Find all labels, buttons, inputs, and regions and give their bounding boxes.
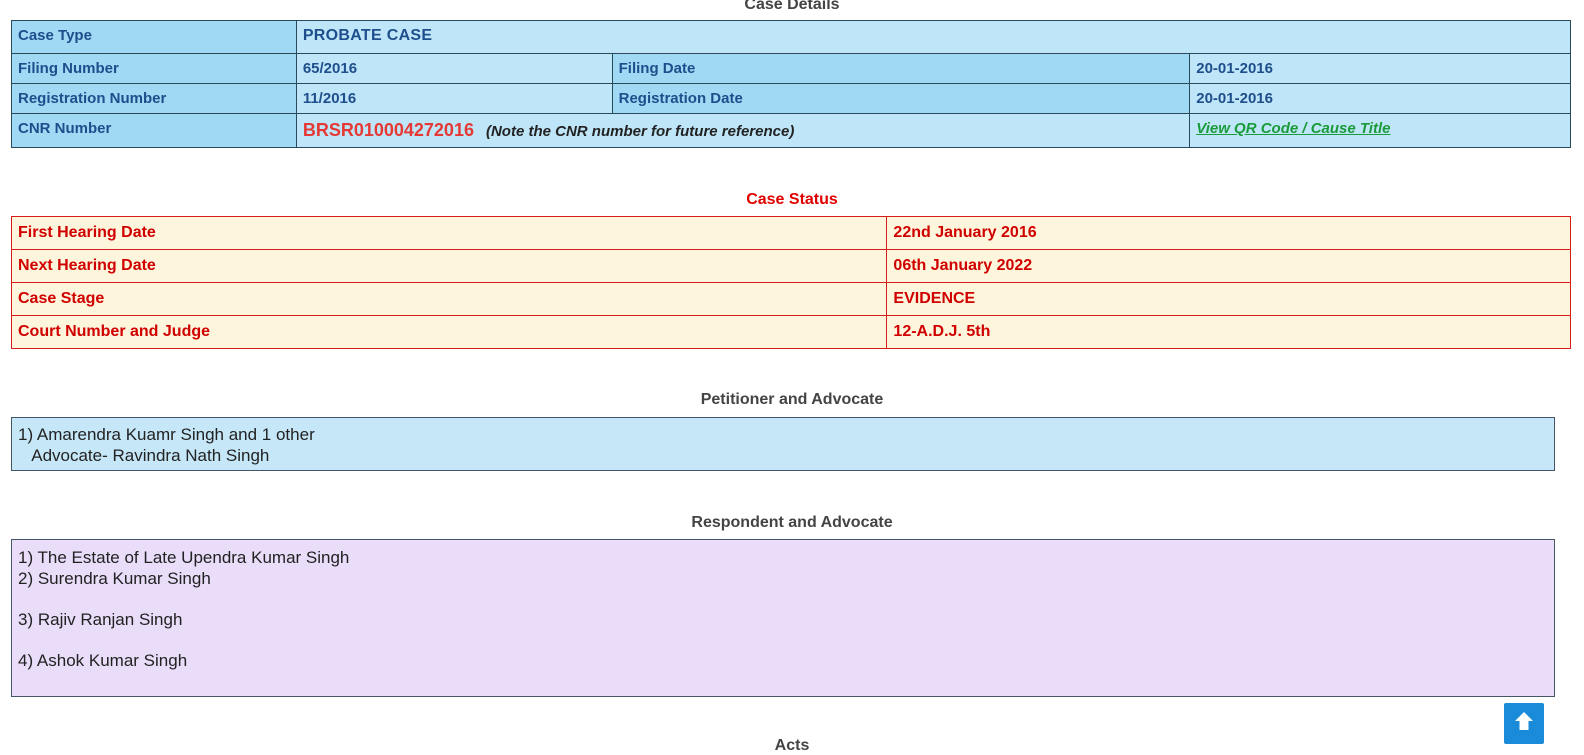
respondent-item: 2) Surendra Kumar Singh <box>18 569 211 588</box>
next-hearing-row: Next Hearing Date 06th January 2022 <box>10 249 1571 283</box>
petitioner-title: Petitioner and Advocate <box>700 391 884 408</box>
registration-number-label: Registration Number <box>11 83 297 114</box>
case-status-title: Case Status <box>746 191 838 208</box>
first-hearing-label: First Hearing Date <box>10 216 888 250</box>
registration-number-value: 11/2016 <box>295 83 613 114</box>
cnr-cell: BRSR010004272016 (Note the CNR number for… <box>295 113 1191 148</box>
respondent-title: Respondent and Advocate <box>691 514 893 531</box>
filing-date-label: Filing Date <box>611 53 1191 84</box>
filing-number-value: 65/2016 <box>295 53 613 84</box>
first-hearing-value: 22nd January 2016 <box>886 216 1571 250</box>
case-status-table: First Hearing Date 22nd January 2016 Nex… <box>10 216 1571 349</box>
court-judge-value: 12-A.D.J. 5th <box>886 315 1571 349</box>
cnr-label: CNR Number <box>11 113 297 148</box>
filing-number-label: Filing Number <box>11 53 297 84</box>
registration-row: Registration Number 11/2016 Registration… <box>11 83 1571 114</box>
arrow-up-icon <box>1512 709 1536 738</box>
case-type-label: Case Type <box>11 20 297 54</box>
filing-row: Filing Number 65/2016 Filing Date 20-01-… <box>11 53 1571 84</box>
respondent-item: 1) The Estate of Late Upendra Kumar Sing… <box>18 548 350 567</box>
court-judge-row: Court Number and Judge 12-A.D.J. 5th <box>10 315 1571 349</box>
petitioner-advocate: Advocate- Ravindra Nath Singh <box>18 446 270 465</box>
filing-date-value: 20-01-2016 <box>1189 53 1571 84</box>
qr-link-cell: View QR Code / Cause Title <box>1189 113 1571 148</box>
cnr-row: CNR Number BRSR010004272016 (Note the CNR… <box>11 113 1571 148</box>
case-type-row: Case Type PROBATE CASE <box>11 20 1572 54</box>
petitioner-box: 1) Amarendra Kuamr Singh and 1 other Adv… <box>11 417 1555 471</box>
case-details-table: Case Type PROBATE CASE Filing Number 65/… <box>11 20 1572 148</box>
acts-title: Acts <box>774 737 810 754</box>
respondent-box: 1) The Estate of Late Upendra Kumar Sing… <box>11 539 1555 697</box>
view-qr-code-link[interactable]: View QR Code / Cause Title <box>1196 120 1390 137</box>
scroll-to-top-button[interactable] <box>1504 703 1544 744</box>
case-details-title: Case Details <box>744 0 840 13</box>
court-judge-label: Court Number and Judge <box>10 315 888 349</box>
next-hearing-label: Next Hearing Date <box>10 249 888 283</box>
cnr-note: (Note the CNR number for future referenc… <box>485 123 795 140</box>
respondent-item: 4) Ashok Kumar Singh <box>18 651 188 670</box>
registration-date-value: 20-01-2016 <box>1189 83 1571 114</box>
case-stage-row: Case Stage EVIDENCE <box>10 282 1571 316</box>
case-type-value: PROBATE CASE <box>295 20 1572 54</box>
case-stage-value: EVIDENCE <box>886 282 1571 316</box>
respondent-item: 3) Rajiv Ranjan Singh <box>18 610 183 629</box>
petitioner-name: 1) Amarendra Kuamr Singh and 1 other <box>18 425 315 444</box>
next-hearing-value: 06th January 2022 <box>886 249 1571 283</box>
case-stage-label: Case Stage <box>10 282 888 316</box>
first-hearing-row: First Hearing Date 22nd January 2016 <box>10 216 1571 250</box>
cnr-number: BRSR010004272016 <box>302 120 474 140</box>
registration-date-label: Registration Date <box>611 83 1191 114</box>
